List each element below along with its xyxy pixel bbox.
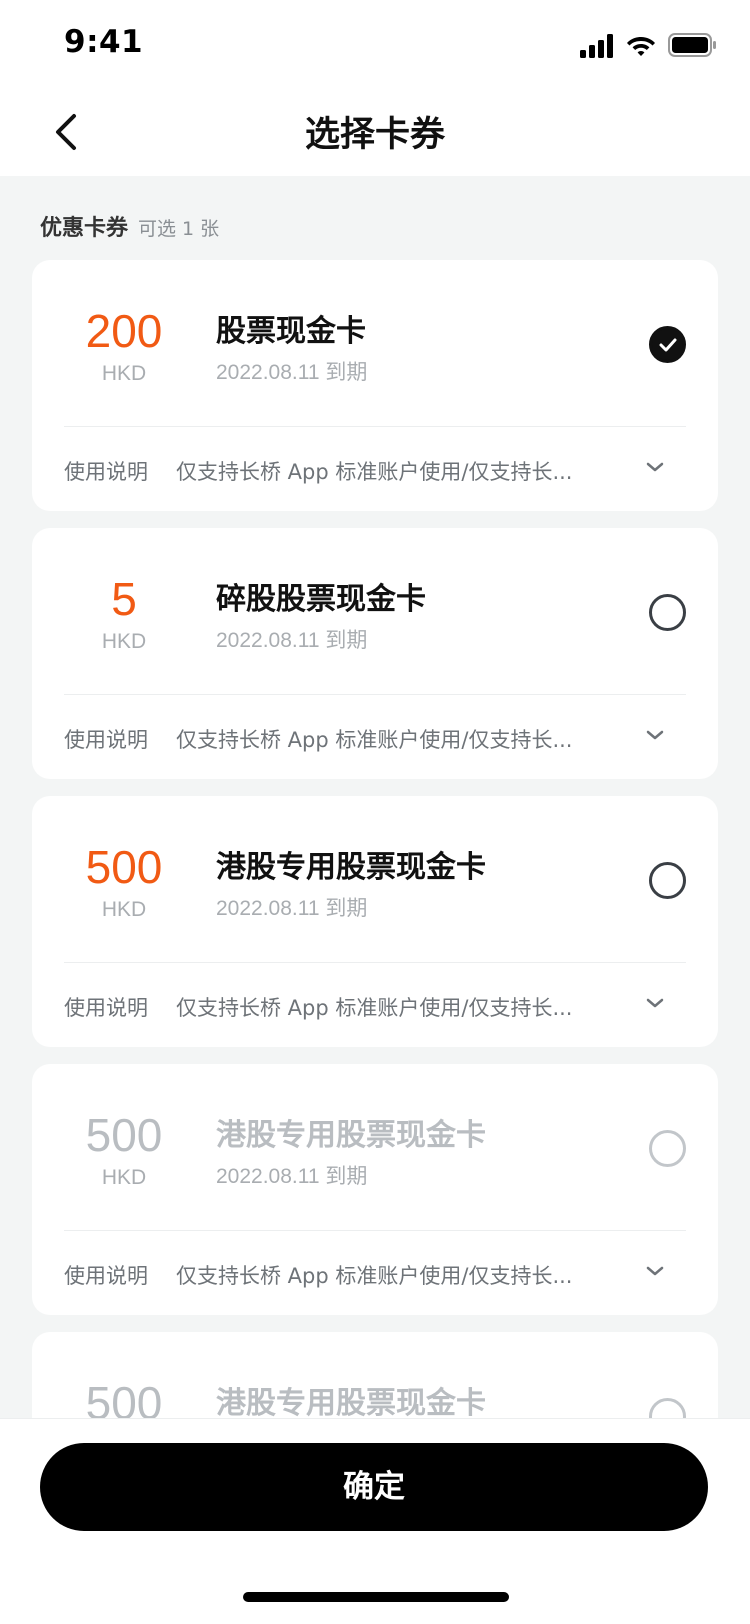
- battery-icon: [668, 33, 716, 57]
- expand-button[interactable]: [638, 718, 672, 752]
- usage-label: 使用说明: [64, 996, 148, 1020]
- coupon-currency: HKD: [101, 898, 147, 921]
- usage-label: 使用说明: [64, 1264, 148, 1288]
- usage-text: 仅支持长桥 App 标准账户使用/仅支持长...: [176, 460, 573, 484]
- coupon-amount: 5: [111, 573, 137, 625]
- coupon-expiry: 2022.08.11 到期: [216, 1165, 368, 1188]
- select-radio[interactable]: [649, 862, 686, 899]
- coupon-expiry: 2022.08.11 到期: [216, 361, 368, 384]
- chevron-down-icon: [646, 1266, 664, 1276]
- section-subtitle: 可选 1 张: [138, 218, 220, 240]
- coupon-name: 港股专用股票现金卡: [216, 1386, 486, 1418]
- status-time: 9:41: [64, 24, 144, 60]
- coupon-amount: 200: [85, 305, 163, 357]
- coupon-name: 港股专用股票现金卡: [216, 1118, 486, 1153]
- nav-bar: 选择卡券: [0, 88, 750, 176]
- status-bar: 9:41: [0, 0, 750, 88]
- bottom-bar: 确定: [0, 1418, 750, 1624]
- select-radio-disabled: [649, 1398, 686, 1418]
- coupon-name: 碎股股票现金卡: [216, 582, 426, 617]
- coupon-amount: 500: [85, 1109, 163, 1161]
- coupon-card-disabled: 500 HKD 港股专用股票现金卡 2022.08.11 到期 使用说明 仅支持…: [32, 1064, 718, 1315]
- chevron-down-icon: [646, 998, 664, 1008]
- coupon-expiry: 2022.08.11 到期: [216, 897, 368, 920]
- signal-icon: [580, 34, 613, 58]
- coupon-card[interactable]: 200 HKD 股票现金卡 2022.08.11 到期 使用说明 仅支持长桥 A…: [32, 260, 718, 511]
- coupon-currency: HKD: [101, 1166, 147, 1189]
- coupon-card-disabled: 500 港股专用股票现金卡: [32, 1332, 718, 1418]
- coupon-expiry: 2022.08.11 到期: [216, 629, 368, 652]
- section-title: 优惠卡券: [40, 216, 129, 241]
- coupon-currency: HKD: [101, 362, 147, 385]
- coupon-card[interactable]: 500 HKD 港股专用股票现金卡 2022.08.11 到期 使用说明 仅支持…: [32, 796, 718, 1047]
- divider: [64, 426, 686, 427]
- select-radio[interactable]: [649, 594, 686, 631]
- select-radio-checked[interactable]: [649, 326, 686, 363]
- divider: [64, 694, 686, 695]
- coupon-name: 港股专用股票现金卡: [216, 850, 486, 885]
- wifi-icon: [627, 37, 655, 56]
- home-indicator: [243, 1592, 509, 1602]
- usage-text: 仅支持长桥 App 标准账户使用/仅支持长...: [176, 1264, 573, 1288]
- usage-label: 使用说明: [64, 460, 148, 484]
- usage-text: 仅支持长桥 App 标准账户使用/仅支持长...: [176, 728, 573, 752]
- coupon-list: 200 HKD 股票现金卡 2022.08.11 到期 使用说明 仅支持长桥 A…: [32, 260, 718, 1418]
- page-title: 选择卡券: [304, 115, 445, 155]
- chevron-down-icon: [646, 730, 664, 740]
- coupon-amount: 500: [85, 841, 163, 893]
- coupon-card[interactable]: 5 HKD 碎股股票现金卡 2022.08.11 到期 使用说明 仅支持长桥 A…: [32, 528, 718, 779]
- status-icons: [580, 32, 720, 58]
- coupon-amount: 500: [85, 1377, 163, 1418]
- select-radio-disabled: [649, 1130, 686, 1167]
- check-icon: [659, 338, 677, 352]
- confirm-button[interactable]: 确定: [40, 1443, 708, 1531]
- expand-button[interactable]: [638, 450, 672, 484]
- expand-button[interactable]: [638, 1254, 672, 1288]
- expand-button[interactable]: [638, 986, 672, 1020]
- usage-label: 使用说明: [64, 728, 148, 752]
- divider: [64, 1230, 686, 1231]
- coupon-name: 股票现金卡: [216, 314, 366, 349]
- chevron-down-icon: [646, 462, 664, 472]
- divider: [64, 962, 686, 963]
- section-header: 优惠卡券 可选 1 张: [40, 210, 219, 242]
- coupon-currency: HKD: [101, 630, 147, 653]
- usage-text: 仅支持长桥 App 标准账户使用/仅支持长...: [176, 996, 573, 1020]
